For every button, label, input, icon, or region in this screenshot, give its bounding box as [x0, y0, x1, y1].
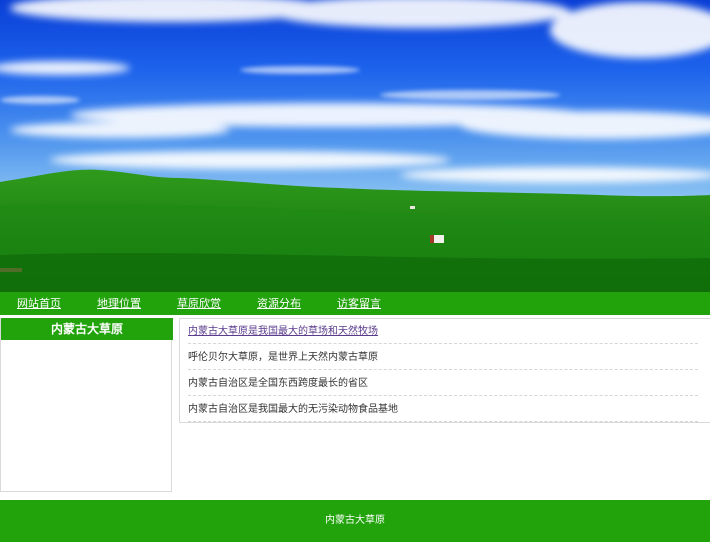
list-item[interactable]: 内蒙古大草原是我国最大的草场和天然牧场: [188, 319, 698, 344]
main-nav: 网站首页 地理位置 草原欣赏 资源分布 访客留言: [0, 292, 710, 315]
sidebar-panel: 内蒙古大草原: [0, 318, 173, 492]
list-item: 内蒙古自治区是我国最大的无污染动物食品基地: [188, 397, 698, 422]
sidebar-title: 内蒙古大草原: [1, 318, 173, 340]
page: 网站首页 地理位置 草原欣赏 资源分布 访客留言 内蒙古大草原 内蒙古大草原是我…: [0, 0, 710, 542]
footer-text: 内蒙古大草原: [325, 515, 385, 526]
nav-item-location[interactable]: 地理位置: [97, 296, 141, 311]
footer: 内蒙古大草原: [0, 500, 710, 542]
nav-item-guestbook[interactable]: 访客留言: [337, 296, 381, 311]
nav-item-resources[interactable]: 资源分布: [257, 296, 301, 311]
list-item: 呼伦贝尔大草原，是世界上天然内蒙古草原: [188, 345, 698, 370]
nav-item-gallery[interactable]: 草原欣赏: [177, 296, 221, 311]
banner-image: [0, 0, 710, 292]
nav-item-home[interactable]: 网站首页: [17, 296, 61, 311]
list-item: 内蒙古自治区是全国东西跨度最长的省区: [188, 371, 698, 396]
article-list: 内蒙古大草原是我国最大的草场和天然牧场 呼伦贝尔大草原，是世界上天然内蒙古草原 …: [179, 318, 710, 423]
sidebar-image: [7, 478, 170, 484]
